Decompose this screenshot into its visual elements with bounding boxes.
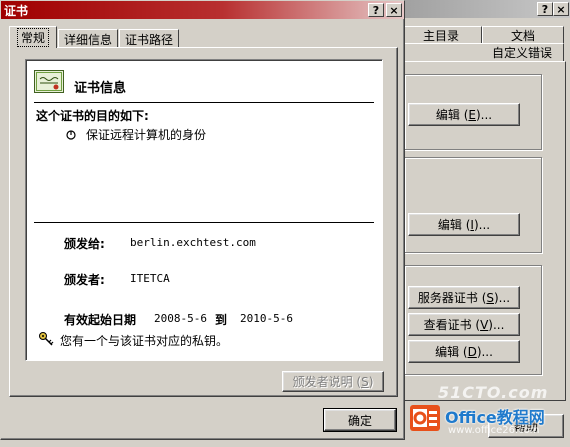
edit-e-button[interactable]: 编辑 (E)... [408,103,520,126]
issued-to-label: 颁发给: [64,237,105,251]
view-certificate-button[interactable]: 查看证书 (V)... [408,313,520,336]
certificate-icon [34,70,64,93]
bullet-icon [66,129,76,140]
close-button[interactable]: × [386,3,402,17]
divider-top [34,102,374,103]
background-groupbox-2 [404,157,542,253]
valid-to-label: 到 [215,313,228,327]
dialog-title: 证书 [4,4,29,18]
issued-by-value: ITETCA [130,272,170,285]
divider-bottom [34,222,374,223]
help-button[interactable]: ? [368,3,384,17]
tab-custom-errors[interactable]: 自定义错误 [400,43,564,61]
purpose-item: 保证远程计算机的身份 [86,128,207,142]
tab-documents[interactable]: 文档 [482,26,564,43]
purpose-heading: 这个证书的目的如下: [36,109,149,123]
certificate-dialog: 证书 ? × 常规 详细信息 证书路径 证书信息 这个证书的目的如下: 保证远程… [0,0,405,440]
tab-general[interactable]: 常规 [9,26,57,48]
dialog-title-bar: 证书 ? × [1,1,404,19]
valid-from-value: 2008-5-6 [154,312,207,325]
tab-details[interactable]: 详细信息 [58,29,118,48]
certificate-info-area: 证书信息 这个证书的目的如下: 保证远程计算机的身份 颁发给: berlin.e… [25,59,383,361]
issued-by-label: 颁发者: [64,273,105,287]
key-icon [38,331,54,347]
valid-to-value: 2010-5-6 [240,312,293,325]
tab-certification-path[interactable]: 证书路径 [119,29,179,48]
edit-i-button[interactable]: 编辑 (I)... [408,213,520,236]
background-help-button[interactable]: ? [537,2,553,16]
server-certificate-button[interactable]: 服务器证书 (S)... [408,286,520,309]
private-key-note: 您有一个与该证书对应的私钥。 [60,334,229,348]
watermark-51cto: 51CTO.com [438,383,549,402]
valid-from-label: 有效起始日期 [64,313,137,327]
background-close-button[interactable]: × [553,2,569,16]
info-title: 证书信息 [74,81,127,96]
ok-button[interactable]: 确定 [323,408,397,432]
office-logo-icon [409,402,441,434]
tab-home-directory[interactable]: 主目录 [400,26,482,43]
issuer-statement-button[interactable]: 颁发者说明 (S) [282,371,384,392]
watermark-url: www.office26.com [448,425,540,436]
issued-to-value: berlin.exchtest.com [130,236,256,249]
edit-d-button[interactable]: 编辑 (D)... [408,340,520,363]
